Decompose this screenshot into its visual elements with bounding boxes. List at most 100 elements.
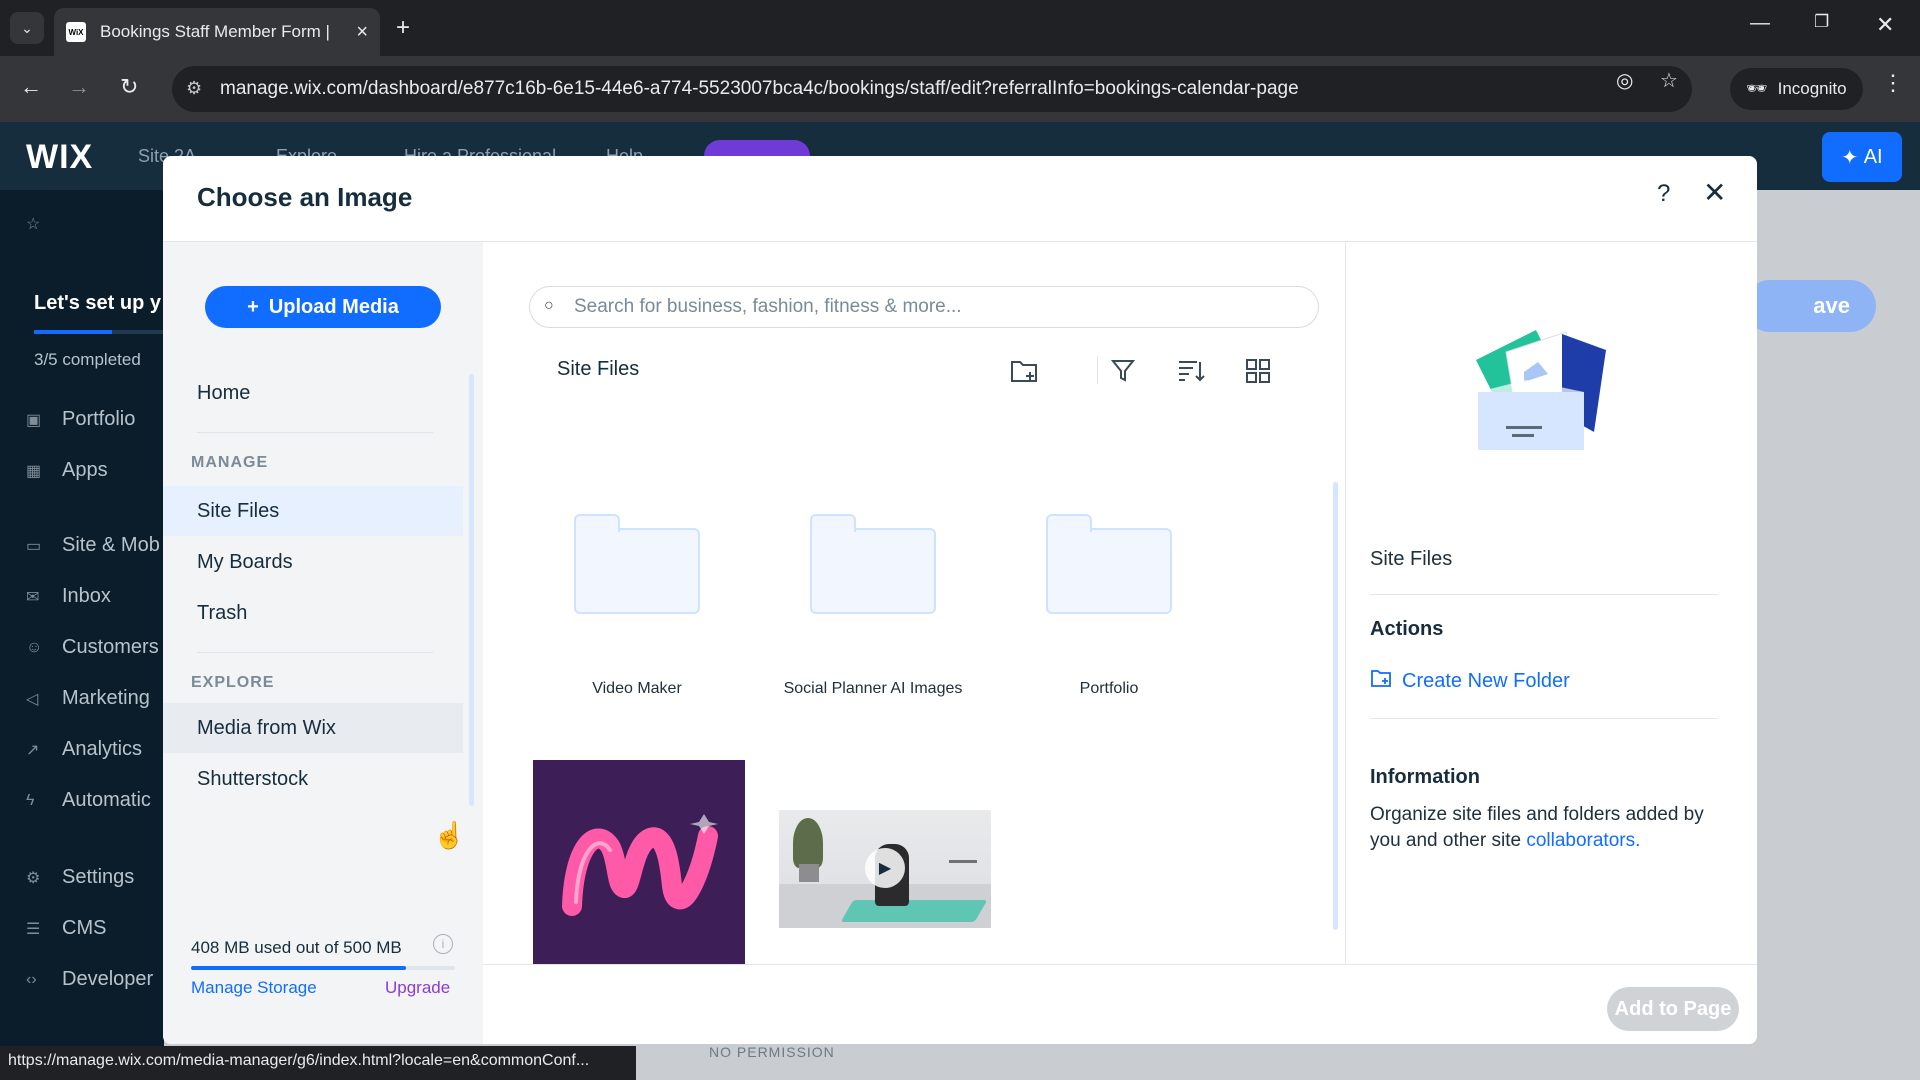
tab-search-button[interactable]: ⌄	[10, 12, 44, 44]
wix-sidebar: ☆ Let's set up y 3/5 completed ▣ Portfoli…	[0, 190, 164, 1080]
media-tile-m-logo[interactable]	[533, 760, 745, 972]
add-to-page-button[interactable]: Add to Page	[1607, 987, 1739, 1031]
folder-icon	[1046, 514, 1172, 614]
dialog-footer: Add to Page	[483, 964, 1757, 1044]
sidebar-scrollbar[interactable]	[469, 374, 474, 806]
nav-site-files[interactable]: Site Files	[163, 486, 463, 536]
bookmark-star-icon[interactable]: ☆	[1660, 68, 1678, 93]
sort-icon[interactable]	[1177, 358, 1205, 390]
play-icon[interactable]: ▶	[865, 848, 905, 888]
upgrade-link[interactable]: Upgrade	[385, 978, 450, 998]
choose-image-dialog: Choose an Image ? ✕ + Upload Media Home …	[163, 156, 1757, 1044]
nav-home[interactable]: Home	[163, 368, 463, 418]
nav-trash[interactable]: Trash	[163, 588, 463, 638]
browser-toolbar: ← → ↻ ⚙ manage.wix.com/dashboard/e877c16…	[0, 56, 1920, 122]
sparkle-icon: ✦	[1841, 146, 1859, 169]
folder-label: Video Maker	[592, 680, 682, 697]
incognito-icon: 🕶	[1746, 79, 1768, 98]
restore-icon[interactable]: ❐	[1814, 12, 1829, 32]
media-sidebar: + Upload Media Home MANAGE Site Files My…	[163, 242, 483, 1044]
m-logo-image	[562, 814, 718, 916]
favorites-star-icon[interactable]: ☆	[26, 214, 44, 234]
manage-section-label: MANAGE	[191, 454, 269, 471]
breadcrumb: Site Files	[557, 358, 640, 380]
incognito-badge[interactable]: 🕶 Incognito	[1730, 68, 1863, 110]
sidebar-item-cms[interactable]: ☰ CMS	[26, 917, 106, 940]
sidebar-item-customers[interactable]: ☺ Customers	[26, 636, 159, 659]
content-scrollbar[interactable]	[1333, 482, 1338, 930]
create-new-folder-label: Create New Folder	[1402, 669, 1570, 692]
sidebar-item-developer[interactable]: ‹› Developer	[26, 968, 153, 991]
address-bar[interactable]: ⚙ manage.wix.com/dashboard/e877c16b-6e15…	[172, 66, 1692, 112]
nav-shutterstock[interactable]: Shutterstock	[163, 754, 463, 804]
wix-favicon: WiX	[66, 22, 86, 42]
create-new-folder-link[interactable]: Create New Folder	[1370, 668, 1570, 694]
sidebar-item-automations[interactable]: ϟ Automatic	[26, 789, 151, 812]
question-icon[interactable]: ?	[1657, 180, 1670, 208]
filter-icon[interactable]	[1110, 358, 1136, 390]
new-folder-icon	[1370, 668, 1392, 694]
media-tile-video[interactable]: ▶	[779, 810, 991, 928]
reload-icon[interactable]: ↻	[120, 74, 138, 100]
new-tab-plus-icon[interactable]: +	[396, 14, 410, 42]
details-panel: Site Files Actions Create New Folder Inf…	[1345, 242, 1757, 1044]
search-placeholder: Search for business, fashion, fitness & …	[574, 296, 962, 317]
actions-heading: Actions	[1370, 618, 1444, 640]
plus-icon: +	[247, 295, 259, 318]
toolbar-divider	[1097, 356, 1098, 384]
back-arrow-icon[interactable]: ←	[20, 74, 42, 100]
collaborators-link[interactable]: collaborators.	[1526, 830, 1640, 851]
folder-portfolio[interactable]: Portfolio	[1009, 510, 1209, 698]
browser-tabbar: ⌄ WiX Bookings Staff Member Form | × + —…	[0, 0, 1920, 56]
ai-label: AI	[1863, 145, 1883, 168]
information-heading: Information	[1370, 766, 1480, 788]
media-search-input[interactable]: ○ Search for business, fashion, fitness …	[529, 286, 1319, 328]
explore-section-label: EXPLORE	[191, 674, 275, 691]
hand-cursor-icon: ☝	[433, 820, 466, 850]
setup-title: Let's set up y	[34, 292, 162, 314]
divider	[197, 432, 433, 433]
setup-progress-bar	[34, 330, 164, 334]
information-text: Organize site files and folders added by…	[1370, 804, 1704, 851]
info-icon[interactable]: i	[433, 934, 453, 954]
tracking-eye-icon[interactable]: ◎	[1616, 68, 1633, 93]
browser-menu-icon[interactable]: ⋮	[1882, 70, 1904, 96]
status-bar-url: https://manage.wix.com/media-manager/g6/…	[0, 1046, 636, 1080]
no-permission-label: NO PERMISSION	[709, 1044, 835, 1060]
minimize-icon[interactable]: —	[1750, 12, 1770, 35]
site-settings-icon[interactable]: ⚙	[186, 78, 202, 99]
media-browser: ○ Search for business, fashion, fitness …	[483, 242, 1345, 1044]
incognito-label: Incognito	[1777, 79, 1847, 98]
sidebar-item-apps[interactable]: ▦ Apps	[26, 459, 108, 482]
folder-social-planner[interactable]: Social Planner AI Images	[773, 510, 973, 698]
nav-media-from-wix[interactable]: Media from Wix	[163, 703, 463, 753]
sidebar-item-marketing[interactable]: ◁ Marketing	[26, 687, 150, 710]
tab-close-icon[interactable]: ×	[356, 21, 368, 44]
save-button[interactable]: ave	[1744, 280, 1876, 332]
dialog-title: Choose an Image	[197, 182, 413, 212]
upload-media-label: Upload Media	[268, 295, 399, 318]
divider	[197, 652, 433, 653]
grid-view-icon[interactable]	[1245, 358, 1271, 390]
wix-logo[interactable]: WIX	[26, 138, 93, 177]
sidebar-item-settings[interactable]: ⚙ Settings	[26, 866, 134, 889]
sidebar-item-analytics[interactable]: ↗ Analytics	[26, 738, 142, 761]
folder-icon	[810, 514, 936, 614]
manage-storage-link[interactable]: Manage Storage	[191, 978, 317, 998]
sidebar-item-inbox[interactable]: ✉ Inbox	[26, 585, 111, 608]
setup-count: 3/5 completed	[34, 350, 141, 369]
folder-label: Portfolio	[1079, 680, 1139, 697]
browser-tab[interactable]: WiX Bookings Staff Member Form | ×	[54, 8, 380, 56]
window-close-icon[interactable]: ✕	[1876, 12, 1894, 38]
setup-progress-fill	[34, 330, 112, 334]
folder-video-maker[interactable]: Video Maker	[537, 510, 737, 698]
storage-bar-fill	[191, 966, 407, 970]
close-icon[interactable]: ✕	[1703, 176, 1726, 209]
sidebar-item-site-mobile[interactable]: ▭ Site & Mob	[26, 534, 160, 557]
new-folder-icon[interactable]	[1010, 358, 1040, 390]
upload-media-button[interactable]: + Upload Media	[205, 286, 441, 328]
ai-button[interactable]: ✦ AI	[1822, 132, 1902, 182]
nav-my-boards[interactable]: My Boards	[163, 537, 463, 587]
sidebar-item-portfolio[interactable]: ▣ Portfolio	[26, 408, 135, 431]
forward-arrow-icon[interactable]: →	[68, 74, 90, 100]
